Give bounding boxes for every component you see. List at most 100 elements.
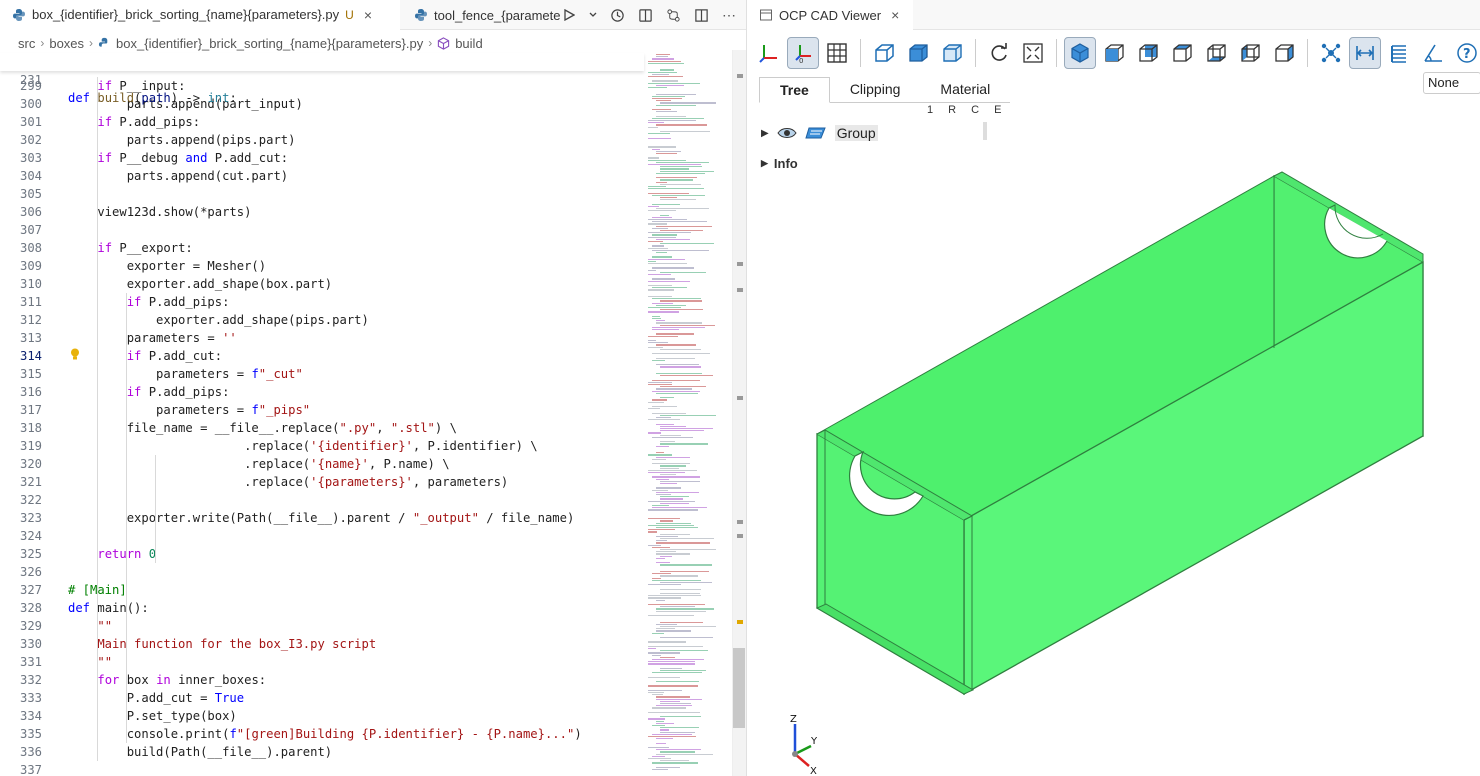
close-tab-button[interactable]: × xyxy=(364,7,372,23)
minimap-line xyxy=(652,505,669,507)
minimap-line xyxy=(648,296,673,298)
minimap-line xyxy=(656,93,697,95)
scrollbar-thumb[interactable] xyxy=(733,648,745,728)
code-editor[interactable]: box_{identifier}_brick_sorting_{name}{pa… xyxy=(0,0,746,776)
code-line[interactable]: 337 xyxy=(0,761,644,776)
scroll-marker xyxy=(737,534,743,538)
minimap-line xyxy=(660,430,705,432)
git-compare-icon[interactable] xyxy=(664,6,682,24)
minimap-line xyxy=(656,364,699,366)
minimap-line xyxy=(648,736,697,738)
sticky-scroll-header[interactable]: 231 def build(path) -> int: xyxy=(0,53,644,105)
minimap-line xyxy=(648,311,679,313)
lightbulb-icon[interactable] xyxy=(70,348,80,360)
ocp-cad-viewer[interactable]: OCP CAD Viewer × 0 ? None Tree Clipping … xyxy=(746,0,1480,776)
minimap-line xyxy=(648,524,695,527)
minimap-line xyxy=(660,69,675,71)
z-axis-label: Z xyxy=(790,714,797,725)
minimap-line xyxy=(652,406,677,408)
orientation-triad: Z Y X xyxy=(777,712,818,776)
minimap-line xyxy=(656,111,678,113)
code-text: if P.add_pips: xyxy=(97,115,201,129)
minimap-line xyxy=(652,148,661,150)
minimap-line xyxy=(648,232,692,234)
minimap[interactable] xyxy=(648,50,740,776)
line-number: 332 xyxy=(19,673,42,687)
minimap-line xyxy=(652,707,686,709)
minimap-line xyxy=(652,326,706,329)
scroll-marker xyxy=(737,396,743,400)
minimap-line xyxy=(660,751,696,753)
minimap-line xyxy=(660,496,689,498)
breadcrumb-item-boxes[interactable]: boxes xyxy=(49,36,84,51)
minimap-line xyxy=(660,582,713,584)
chevron-down-icon[interactable] xyxy=(588,6,598,24)
minimap-line xyxy=(648,419,681,421)
code-text: if P.add_pips: xyxy=(126,295,230,309)
minimap-line xyxy=(648,205,660,208)
more-actions-icon[interactable]: ⋯ xyxy=(720,6,738,24)
minimap-line xyxy=(648,584,682,586)
minimap-line xyxy=(648,307,681,309)
minimap-line xyxy=(652,329,680,331)
minimap-line xyxy=(660,555,673,557)
minimap-line xyxy=(656,181,667,183)
run-icon[interactable] xyxy=(560,6,578,24)
minimap-line xyxy=(656,161,710,164)
chevron-right-icon: › xyxy=(40,36,45,50)
minimap-line xyxy=(652,302,673,304)
split-editor-icon[interactable] xyxy=(692,6,710,24)
minimap-line xyxy=(648,164,701,166)
breadcrumb-item-file[interactable]: box_{identifier}_brick_sorting_{name}{pa… xyxy=(116,36,423,51)
breadcrumb-item-build[interactable]: build xyxy=(455,36,482,51)
minimap-line xyxy=(648,689,683,692)
minimap-line xyxy=(660,621,703,623)
minimap-line xyxy=(660,549,717,551)
minimap-line xyxy=(660,538,714,540)
minimap-line xyxy=(648,335,679,337)
minimap-line xyxy=(660,564,712,566)
minimap-line xyxy=(648,595,702,597)
code-text: parameters = f"_pips" xyxy=(68,403,311,417)
minimap-line xyxy=(648,454,672,456)
line-number: 314 xyxy=(19,349,42,363)
breadcrumb-item-src[interactable]: src xyxy=(18,36,35,51)
tab-box-script[interactable]: box_{identifier}_brick_sorting_{name}{pa… xyxy=(0,0,400,30)
minimap-line xyxy=(648,408,660,410)
minimap-line xyxy=(648,641,686,643)
minimap-line xyxy=(660,131,711,133)
minimap-line xyxy=(656,696,690,698)
minimap-line xyxy=(660,731,696,733)
minimap-line xyxy=(652,216,672,219)
minimap-line xyxy=(652,227,668,230)
minimap-line xyxy=(652,463,690,465)
3d-model-viewport[interactable] xyxy=(747,0,1480,776)
minimap-line xyxy=(660,366,702,368)
minimap-line xyxy=(656,494,671,496)
minimap-line xyxy=(652,769,668,771)
minimap-line xyxy=(656,610,707,612)
open-changes-icon[interactable] xyxy=(636,6,654,24)
line-number: 324 xyxy=(19,529,42,543)
minimap-line xyxy=(656,491,700,494)
minimap-line xyxy=(660,271,706,274)
history-icon[interactable] xyxy=(608,6,626,24)
minimap-line xyxy=(648,60,681,62)
minimap-line xyxy=(652,476,701,478)
minimap-line xyxy=(648,219,688,221)
minimap-line xyxy=(656,153,678,155)
tab-tool-fence[interactable]: tool_fence_{paramete xyxy=(402,0,562,30)
minimap-line xyxy=(656,104,696,106)
minimap-line xyxy=(648,280,691,282)
code-text: parts.append(cut.part) xyxy=(68,169,289,183)
minimap-line xyxy=(652,221,708,223)
minimap-line xyxy=(648,711,701,714)
minimap-line xyxy=(648,597,682,599)
minimap-line xyxy=(660,716,702,718)
minimap-line xyxy=(652,436,694,439)
code-text: console.print(f"[green]Building {P.ident… xyxy=(68,727,582,741)
minimap-line xyxy=(648,472,685,474)
line-number: 305 xyxy=(19,187,42,201)
sticky-code: def build(path) -> int: xyxy=(68,91,237,105)
minimap-line xyxy=(648,518,680,520)
